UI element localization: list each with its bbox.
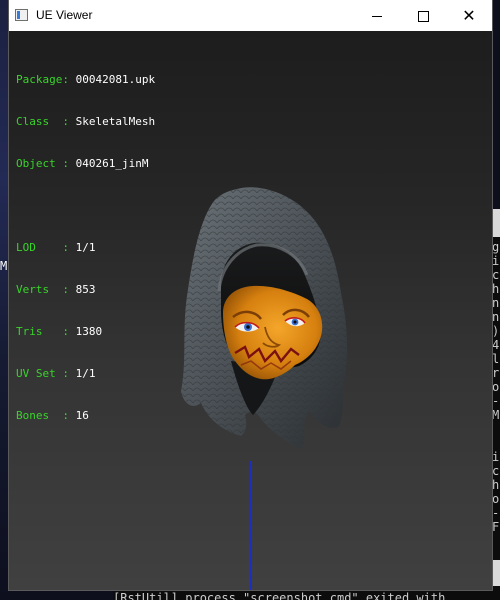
- console-char: -: [492, 395, 500, 408]
- info-bones-key: Bones :: [16, 409, 69, 422]
- info-object-value: 040261_jinM: [75, 157, 149, 170]
- info-uvset: UV Set : 1/1: [16, 367, 155, 381]
- info-lod: LOD : 1/1: [16, 241, 155, 255]
- console-char: 4: [492, 339, 500, 352]
- console-char: l: [492, 353, 500, 366]
- console-char: ): [492, 325, 500, 338]
- app-icon: [15, 9, 28, 21]
- title-bar[interactable]: UE Viewer ✕: [9, 0, 492, 31]
- 3d-viewport[interactable]: Package: 00042081.upk Class : SkeletalMe…: [9, 31, 492, 590]
- console-char: o: [492, 493, 500, 506]
- console-bottom-text: [RstUtil] process "screenshot.cmd" exite…: [113, 591, 446, 600]
- console-char: F: [492, 521, 500, 534]
- console-char: o: [492, 381, 500, 394]
- console-char: c: [492, 269, 500, 282]
- close-button[interactable]: ✕: [446, 0, 492, 31]
- info-package-value: 00042081.upk: [75, 73, 156, 86]
- ue-viewer-window: UE Viewer ✕ Package: 00042081.upk Class …: [9, 0, 492, 590]
- info-object-key: Object :: [16, 157, 69, 170]
- maximize-button[interactable]: [400, 0, 446, 31]
- info-uvset-value: 1/1: [75, 367, 96, 380]
- info-bones-value: 16: [75, 409, 89, 422]
- window-title: UE Viewer: [36, 8, 93, 22]
- console-char: M: [492, 409, 500, 422]
- console-scrollbar-track[interactable]: [492, 560, 500, 586]
- info-class-value: SkeletalMesh: [75, 115, 156, 128]
- console-char: c: [492, 465, 500, 478]
- console-bottom-line: [RstUtil] process "screenshot.cmd" exite…: [113, 590, 500, 600]
- info-verts-key: Verts :: [16, 283, 69, 296]
- info-lod-key: LOD :: [16, 241, 69, 254]
- info-lod-value: 1/1: [75, 241, 96, 254]
- minimize-button[interactable]: [354, 0, 400, 31]
- info-tris-value: 1380: [75, 325, 103, 338]
- info-object: Object : 040261_jinM: [16, 157, 155, 171]
- desktop-glyph: M: [0, 259, 8, 273]
- console-char: i: [492, 255, 500, 268]
- info-tris: Tris : 1380: [16, 325, 155, 339]
- info-uvset-key: UV Set :: [16, 367, 69, 380]
- console-char: -: [492, 507, 500, 520]
- info-verts: Verts : 853: [16, 283, 155, 297]
- maximize-icon: [417, 11, 429, 22]
- console-char: r: [492, 367, 500, 380]
- desktop-background: [0, 0, 9, 600]
- info-bones: Bones : 16: [16, 409, 155, 423]
- minimize-icon: [372, 16, 382, 17]
- console-char: n: [492, 311, 500, 324]
- console-char: n: [492, 297, 500, 310]
- console-char: i: [492, 451, 500, 464]
- console-char: g: [492, 241, 500, 254]
- info-verts-value: 853: [75, 283, 96, 296]
- close-icon: ✕: [462, 6, 476, 25]
- info-class-key: Class :: [16, 115, 69, 128]
- console-scrollbar-thumb[interactable]: [492, 209, 500, 237]
- console-char: h: [492, 479, 500, 492]
- info-tris-key: Tris :: [16, 325, 69, 338]
- info-class: Class : SkeletalMesh: [16, 115, 155, 129]
- info-package-key: Package:: [16, 73, 69, 86]
- console-char: h: [492, 283, 500, 296]
- mesh-info-overlay: Package: 00042081.upk Class : SkeletalMe…: [16, 45, 155, 451]
- info-package: Package: 00042081.upk: [16, 73, 155, 87]
